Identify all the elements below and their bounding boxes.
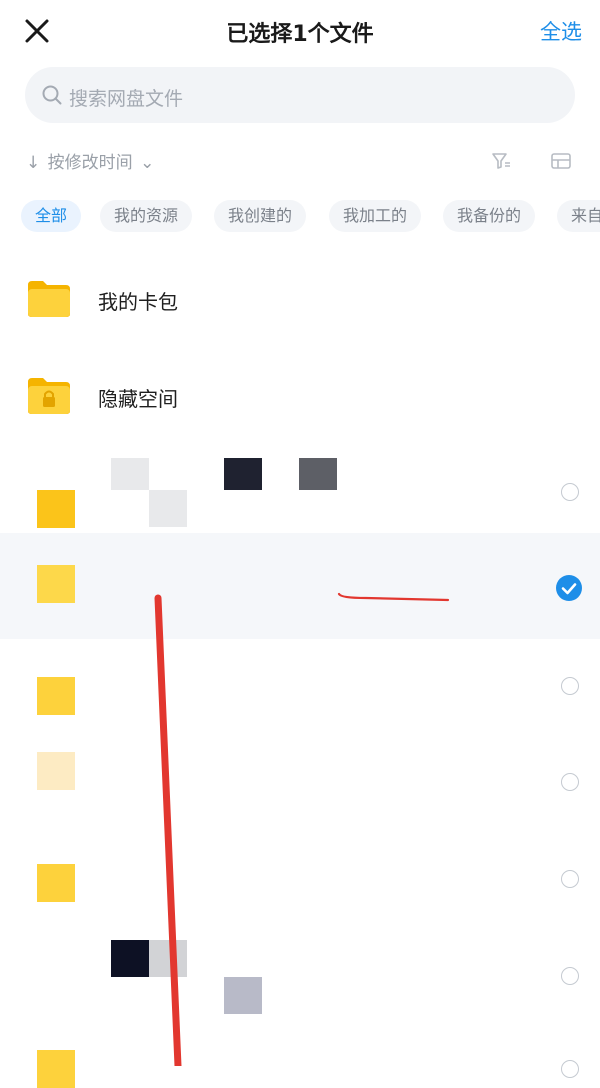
select-all-button[interactable]: 全选 xyxy=(540,16,582,46)
chip-my-resources[interactable]: 我的资源 xyxy=(100,200,193,232)
view-toggle-icon[interactable] xyxy=(549,150,573,172)
mosaic-block xyxy=(299,458,337,490)
file-thumbnail xyxy=(37,565,75,603)
mosaic-block xyxy=(224,977,262,1014)
selected-row-highlight xyxy=(0,533,600,639)
filter-icon[interactable] xyxy=(490,150,512,172)
select-radio[interactable] xyxy=(561,1060,579,1078)
file-thumbnail xyxy=(37,752,75,790)
select-radio[interactable] xyxy=(561,677,579,695)
search-input[interactable]: 搜索网盘文件 xyxy=(25,67,575,123)
annotation-line xyxy=(337,592,450,602)
file-thumbnail xyxy=(37,1050,75,1088)
select-radio[interactable] xyxy=(561,773,579,791)
mosaic-block xyxy=(149,490,187,527)
mosaic-block xyxy=(111,940,149,977)
select-radio[interactable] xyxy=(561,870,579,888)
annotation-stroke xyxy=(154,594,182,1066)
chip-all[interactable]: 全部 xyxy=(21,200,82,232)
file-thumbnail xyxy=(37,677,75,715)
folder-name: 隐藏空间 xyxy=(98,387,178,411)
sort-selector[interactable]: ↓ 按修改时间 ⌄ xyxy=(26,148,156,173)
checkmark-icon xyxy=(561,583,577,595)
filter-chips: 全部 我的资源 我创建的 我加工的 我备份的 来自 xyxy=(0,198,600,238)
select-radio[interactable] xyxy=(561,483,579,501)
search-placeholder: 搜索网盘文件 xyxy=(69,88,184,110)
mosaic-block xyxy=(111,458,149,490)
select-radio[interactable] xyxy=(561,967,579,985)
search-icon xyxy=(42,85,62,105)
sort-label: 按修改时间 xyxy=(47,153,133,173)
chip-backup[interactable]: 我备份的 xyxy=(443,200,536,232)
select-radio[interactable] xyxy=(556,575,582,601)
locked-folder-icon xyxy=(28,378,70,414)
chevron-down-icon: ⌄ xyxy=(140,153,155,173)
chip-created[interactable]: 我创建的 xyxy=(214,200,307,232)
file-thumbnail xyxy=(37,490,75,528)
mosaic-block xyxy=(224,458,262,490)
chip-from[interactable]: 来自 xyxy=(557,200,600,232)
folder-name: 我的卡包 xyxy=(98,290,178,314)
file-thumbnail xyxy=(37,864,75,902)
top-bar: 已选择1个文件 全选 xyxy=(0,0,600,64)
folder-icon xyxy=(28,281,70,317)
page-title: 已选择1个文件 xyxy=(226,22,374,47)
chip-processed[interactable]: 我加工的 xyxy=(329,200,422,232)
sort-arrow-icon: ↓ xyxy=(26,153,41,173)
